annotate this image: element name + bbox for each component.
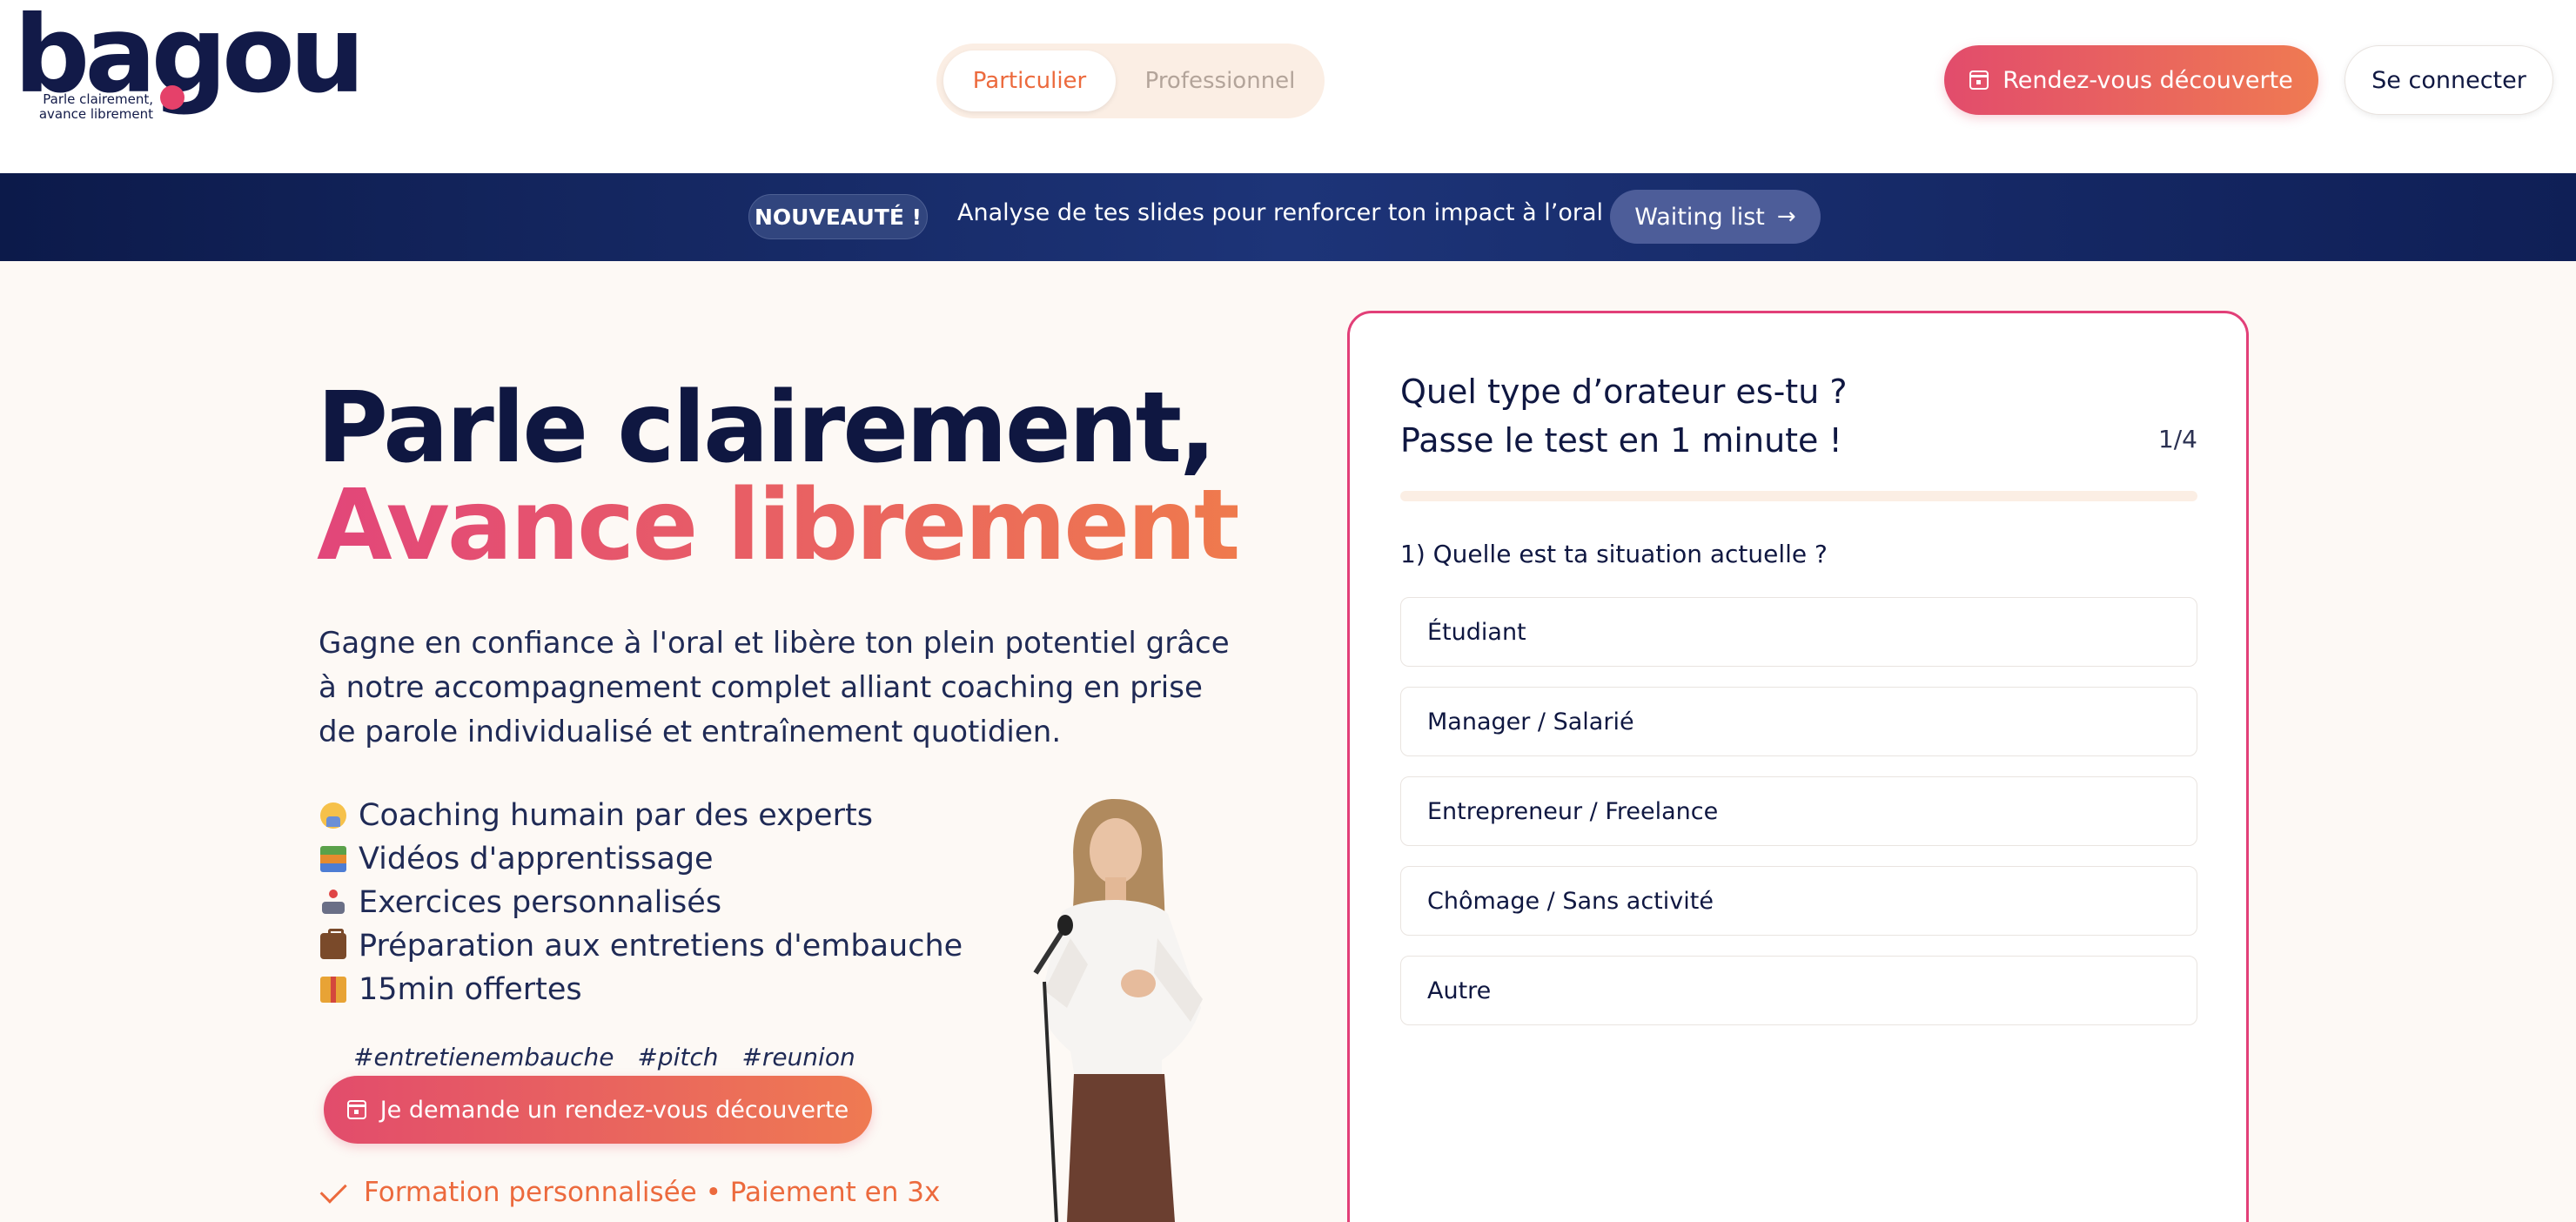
coach-icon — [320, 802, 346, 829]
quiz-title-line2: Passe le test en 1 minute ! — [1400, 421, 1842, 460]
quiz-title-line1: Quel type d’orateur es-tu ? — [1400, 373, 1848, 411]
quiz-step-counter: 1/4 — [2157, 425, 2197, 453]
calendar-icon — [346, 1100, 366, 1119]
waiting-list-label: Waiting list — [1634, 203, 1765, 231]
new-badge: NOUVEAUTÉ ! — [748, 194, 928, 239]
gift-icon — [320, 977, 346, 1003]
book-discovery-label: Rendez-vous découverte — [2002, 66, 2293, 94]
briefcase-icon — [320, 929, 346, 959]
request-discovery-button[interactable]: Je demande un rendez-vous découverte — [324, 1076, 872, 1144]
books-icon — [320, 846, 346, 872]
feature-label: Vidéos d'apprentissage — [359, 842, 714, 876]
feature-item: Préparation aux entretiens d'embauche — [320, 924, 963, 968]
arrow-right-icon: → — [1776, 204, 1796, 230]
hero-title-line1: Parle clairement, — [317, 372, 1217, 485]
book-discovery-button[interactable]: Rendez-vous découverte — [1944, 45, 2318, 115]
reassurance-line: Formation personnalisée • Paiement en 3x — [319, 1176, 941, 1208]
quiz-question: 1) Quelle est ta situation actuelle ? — [1400, 540, 1828, 568]
feature-item: 15min offertes — [320, 968, 963, 1011]
audience-toggle: Particulier Professionnel — [936, 44, 1325, 118]
feature-item: Vidéos d'apprentissage — [320, 837, 963, 881]
feature-label: 15min offertes — [359, 972, 582, 1007]
quiz-option-autre[interactable]: Autre — [1400, 956, 2197, 1025]
quiz-option-manager[interactable]: Manager / Salarié — [1400, 687, 2197, 756]
quiz-option-etudiant[interactable]: Étudiant — [1400, 597, 2197, 667]
feature-item: Coaching humain par des experts — [320, 794, 963, 837]
banner-text: Analyse de tes slides pour renforcer ton… — [957, 199, 1620, 226]
quiz-option-chomage[interactable]: Chômage / Sans activité — [1400, 866, 2197, 936]
announcement-banner: NOUVEAUTÉ ! Analyse de tes slides pour r… — [0, 173, 2576, 261]
feature-label: Exercices personnalisés — [359, 885, 722, 920]
joystick-icon — [320, 890, 346, 916]
request-discovery-label: Je demande un rendez-vous découverte — [379, 1096, 849, 1124]
feature-label: Coaching humain par des experts — [359, 798, 873, 833]
speaker-quiz-card: Quel type d’orateur es-tu ? Passe le tes… — [1347, 311, 2249, 1222]
login-button[interactable]: Se connecter — [2345, 45, 2553, 115]
tab-particulier[interactable]: Particulier — [943, 50, 1116, 111]
feature-label: Préparation aux entretiens d'embauche — [359, 929, 963, 964]
waiting-list-button[interactable]: Waiting list → — [1610, 190, 1821, 244]
speaker-photo — [1033, 799, 1203, 1222]
logo-tagline-line1: Parle clairement, — [43, 91, 153, 107]
logo-tagline: Parle clairement, avance librement — [30, 92, 153, 122]
feature-item: Exercices personnalisés — [320, 881, 963, 924]
reassurance-text: Formation personnalisée • Paiement en 3x — [364, 1177, 941, 1208]
tab-professionnel[interactable]: Professionnel — [1123, 50, 1318, 111]
quiz-progress-bar — [1400, 491, 2197, 501]
calendar-icon — [1969, 70, 1989, 90]
feature-list: Coaching humain par des experts Vidéos d… — [320, 794, 963, 1011]
quiz-title: Quel type d’orateur es-tu ? Passe le tes… — [1400, 367, 1848, 465]
quiz-option-entrepreneur[interactable]: Entrepreneur / Freelance — [1400, 776, 2197, 846]
bagou-logo[interactable]: bagou Parle clairement, avance librement — [14, 2, 366, 151]
site-header: bagou Parle clairement, avance librement… — [0, 0, 2576, 173]
hashtags: #entretienembauche #pitch #reunion — [353, 1043, 855, 1071]
check-icon — [319, 1176, 347, 1204]
hero-intro: Gagne en confiance à l'oral et libère to… — [319, 626, 1230, 749]
logo-dot — [160, 85, 184, 110]
logo-tagline-line2: avance librement — [38, 106, 153, 122]
hero-title-line2: Avance librement — [317, 469, 1240, 582]
